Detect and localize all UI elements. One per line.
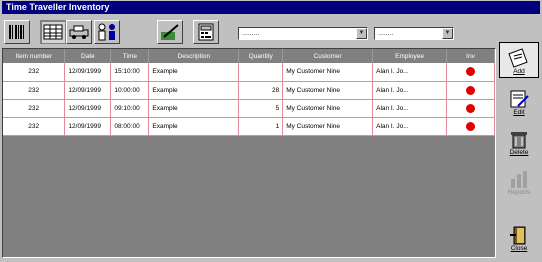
people-button[interactable]: [94, 20, 120, 44]
col-customer[interactable]: Customer: [282, 49, 374, 63]
chevron-down-icon[interactable]: ▼: [356, 28, 367, 39]
people-icon: [98, 23, 115, 41]
cell-date: 12/09/1999: [64, 99, 112, 118]
filter-select-2[interactable]: ........ ▼: [374, 27, 454, 40]
col-employee[interactable]: Employee: [372, 49, 448, 63]
close-button-label: Close: [510, 245, 528, 252]
barcode-button[interactable]: [4, 20, 30, 44]
inventory-grid-panel: Item number Date Time Description Quanti…: [2, 48, 496, 258]
status-dot-icon: [466, 67, 476, 77]
cell-item: 232: [3, 81, 66, 100]
inventory-grid: Item number Date Time Description Quanti…: [3, 49, 495, 136]
status-dot-icon: [466, 85, 476, 95]
cell-employee: Alan I. Jo...: [372, 117, 448, 136]
table-row[interactable]: 232 12/09/1999 09:10:00 Example 5 My Cus…: [3, 99, 495, 118]
calculator-icon: [198, 23, 214, 41]
cell-customer: My Customer Nine: [282, 81, 374, 100]
add-record-icon: [508, 48, 528, 68]
cell-quantity: [238, 63, 284, 82]
cell-status: [446, 63, 495, 82]
vehicle-button[interactable]: [66, 20, 92, 44]
cell-quantity: 28: [238, 81, 284, 100]
chevron-down-icon[interactable]: ▼: [442, 28, 453, 39]
table-row[interactable]: 232 12/09/1999 15:10:00 Example My Custo…: [3, 63, 495, 82]
table-row[interactable]: 232 12/09/1999 08:00:00 Example 1 My Cus…: [3, 117, 495, 136]
filter-select-2-value: ........: [378, 30, 394, 37]
pen-button[interactable]: [157, 20, 183, 44]
add-button[interactable]: Add: [499, 42, 539, 78]
col-quantity[interactable]: Quantity: [238, 49, 284, 63]
col-inv[interactable]: Inv: [446, 49, 495, 63]
grid-header-row: Item number Date Time Description Quanti…: [3, 49, 495, 63]
edit-icon: [510, 90, 529, 108]
cell-description: Example: [148, 99, 240, 118]
pen-icon: [161, 24, 179, 40]
grid-view-icon: [43, 24, 63, 40]
close-button[interactable]: Close: [499, 218, 539, 254]
cell-status: [446, 117, 495, 136]
cell-item: 232: [3, 99, 66, 118]
reports-button[interactable]: Reports: [499, 162, 539, 198]
cell-quantity: 5: [238, 99, 284, 118]
grid-view-button[interactable]: [40, 20, 66, 44]
cell-employee: Alan I. Jo...: [372, 81, 448, 100]
reports-icon: [511, 171, 527, 188]
cell-customer: My Customer Nine: [282, 99, 374, 118]
delete-button[interactable]: Delete: [499, 122, 539, 158]
cell-date: 12/09/1999: [64, 117, 112, 136]
barcode-icon: [9, 25, 24, 39]
status-dot-icon: [466, 103, 476, 113]
cell-employee: Alan I. Jo...: [372, 99, 448, 118]
add-button-label: Add: [513, 68, 525, 75]
cell-item: 232: [3, 63, 66, 82]
action-sidebar: Add Edit Delete Reports Close: [498, 40, 540, 260]
reports-button-label: Reports: [507, 189, 531, 196]
edit-button[interactable]: Edit: [499, 82, 539, 118]
exit-door-icon: [510, 226, 526, 245]
cell-quantity: 1: [238, 117, 284, 136]
table-row[interactable]: 232 12/09/1999 10:00:00 Example 28 My Cu…: [3, 81, 495, 100]
cell-time: 09:10:00: [110, 99, 150, 118]
cell-time: 08:00:00: [110, 117, 150, 136]
calculator-button[interactable]: [193, 20, 219, 44]
vehicle-icon: [69, 25, 89, 39]
delete-icon: [511, 132, 527, 149]
cell-customer: My Customer Nine: [282, 117, 374, 136]
filter-select-1-value: .........: [242, 30, 260, 37]
window-title: Time Traveller Inventory: [2, 1, 540, 14]
cell-date: 12/09/1999: [64, 63, 112, 82]
cell-status: [446, 81, 495, 100]
col-time[interactable]: Time: [110, 49, 150, 63]
cell-item: 232: [3, 117, 66, 136]
toolbar: ......... ▼ ........ ▼: [2, 16, 496, 48]
cell-description: Example: [148, 117, 240, 136]
cell-employee: Alan I. Jo...: [372, 63, 448, 82]
edit-button-label: Edit: [513, 109, 525, 116]
col-date[interactable]: Date: [64, 49, 112, 63]
cell-description: Example: [148, 63, 240, 82]
cell-customer: My Customer Nine: [282, 63, 374, 82]
cell-time: 15:10:00: [110, 63, 150, 82]
delete-button-label: Delete: [509, 149, 529, 156]
col-item-number[interactable]: Item number: [3, 49, 66, 63]
app-window: Time Traveller Inventory ......... ▼ ...…: [0, 0, 542, 262]
cell-date: 12/09/1999: [64, 81, 112, 100]
cell-time: 10:00:00: [110, 81, 150, 100]
status-dot-icon: [466, 121, 476, 131]
cell-status: [446, 99, 495, 118]
col-description[interactable]: Description: [148, 49, 240, 63]
filter-select-1[interactable]: ......... ▼: [238, 27, 368, 40]
cell-description: Example: [148, 81, 240, 100]
